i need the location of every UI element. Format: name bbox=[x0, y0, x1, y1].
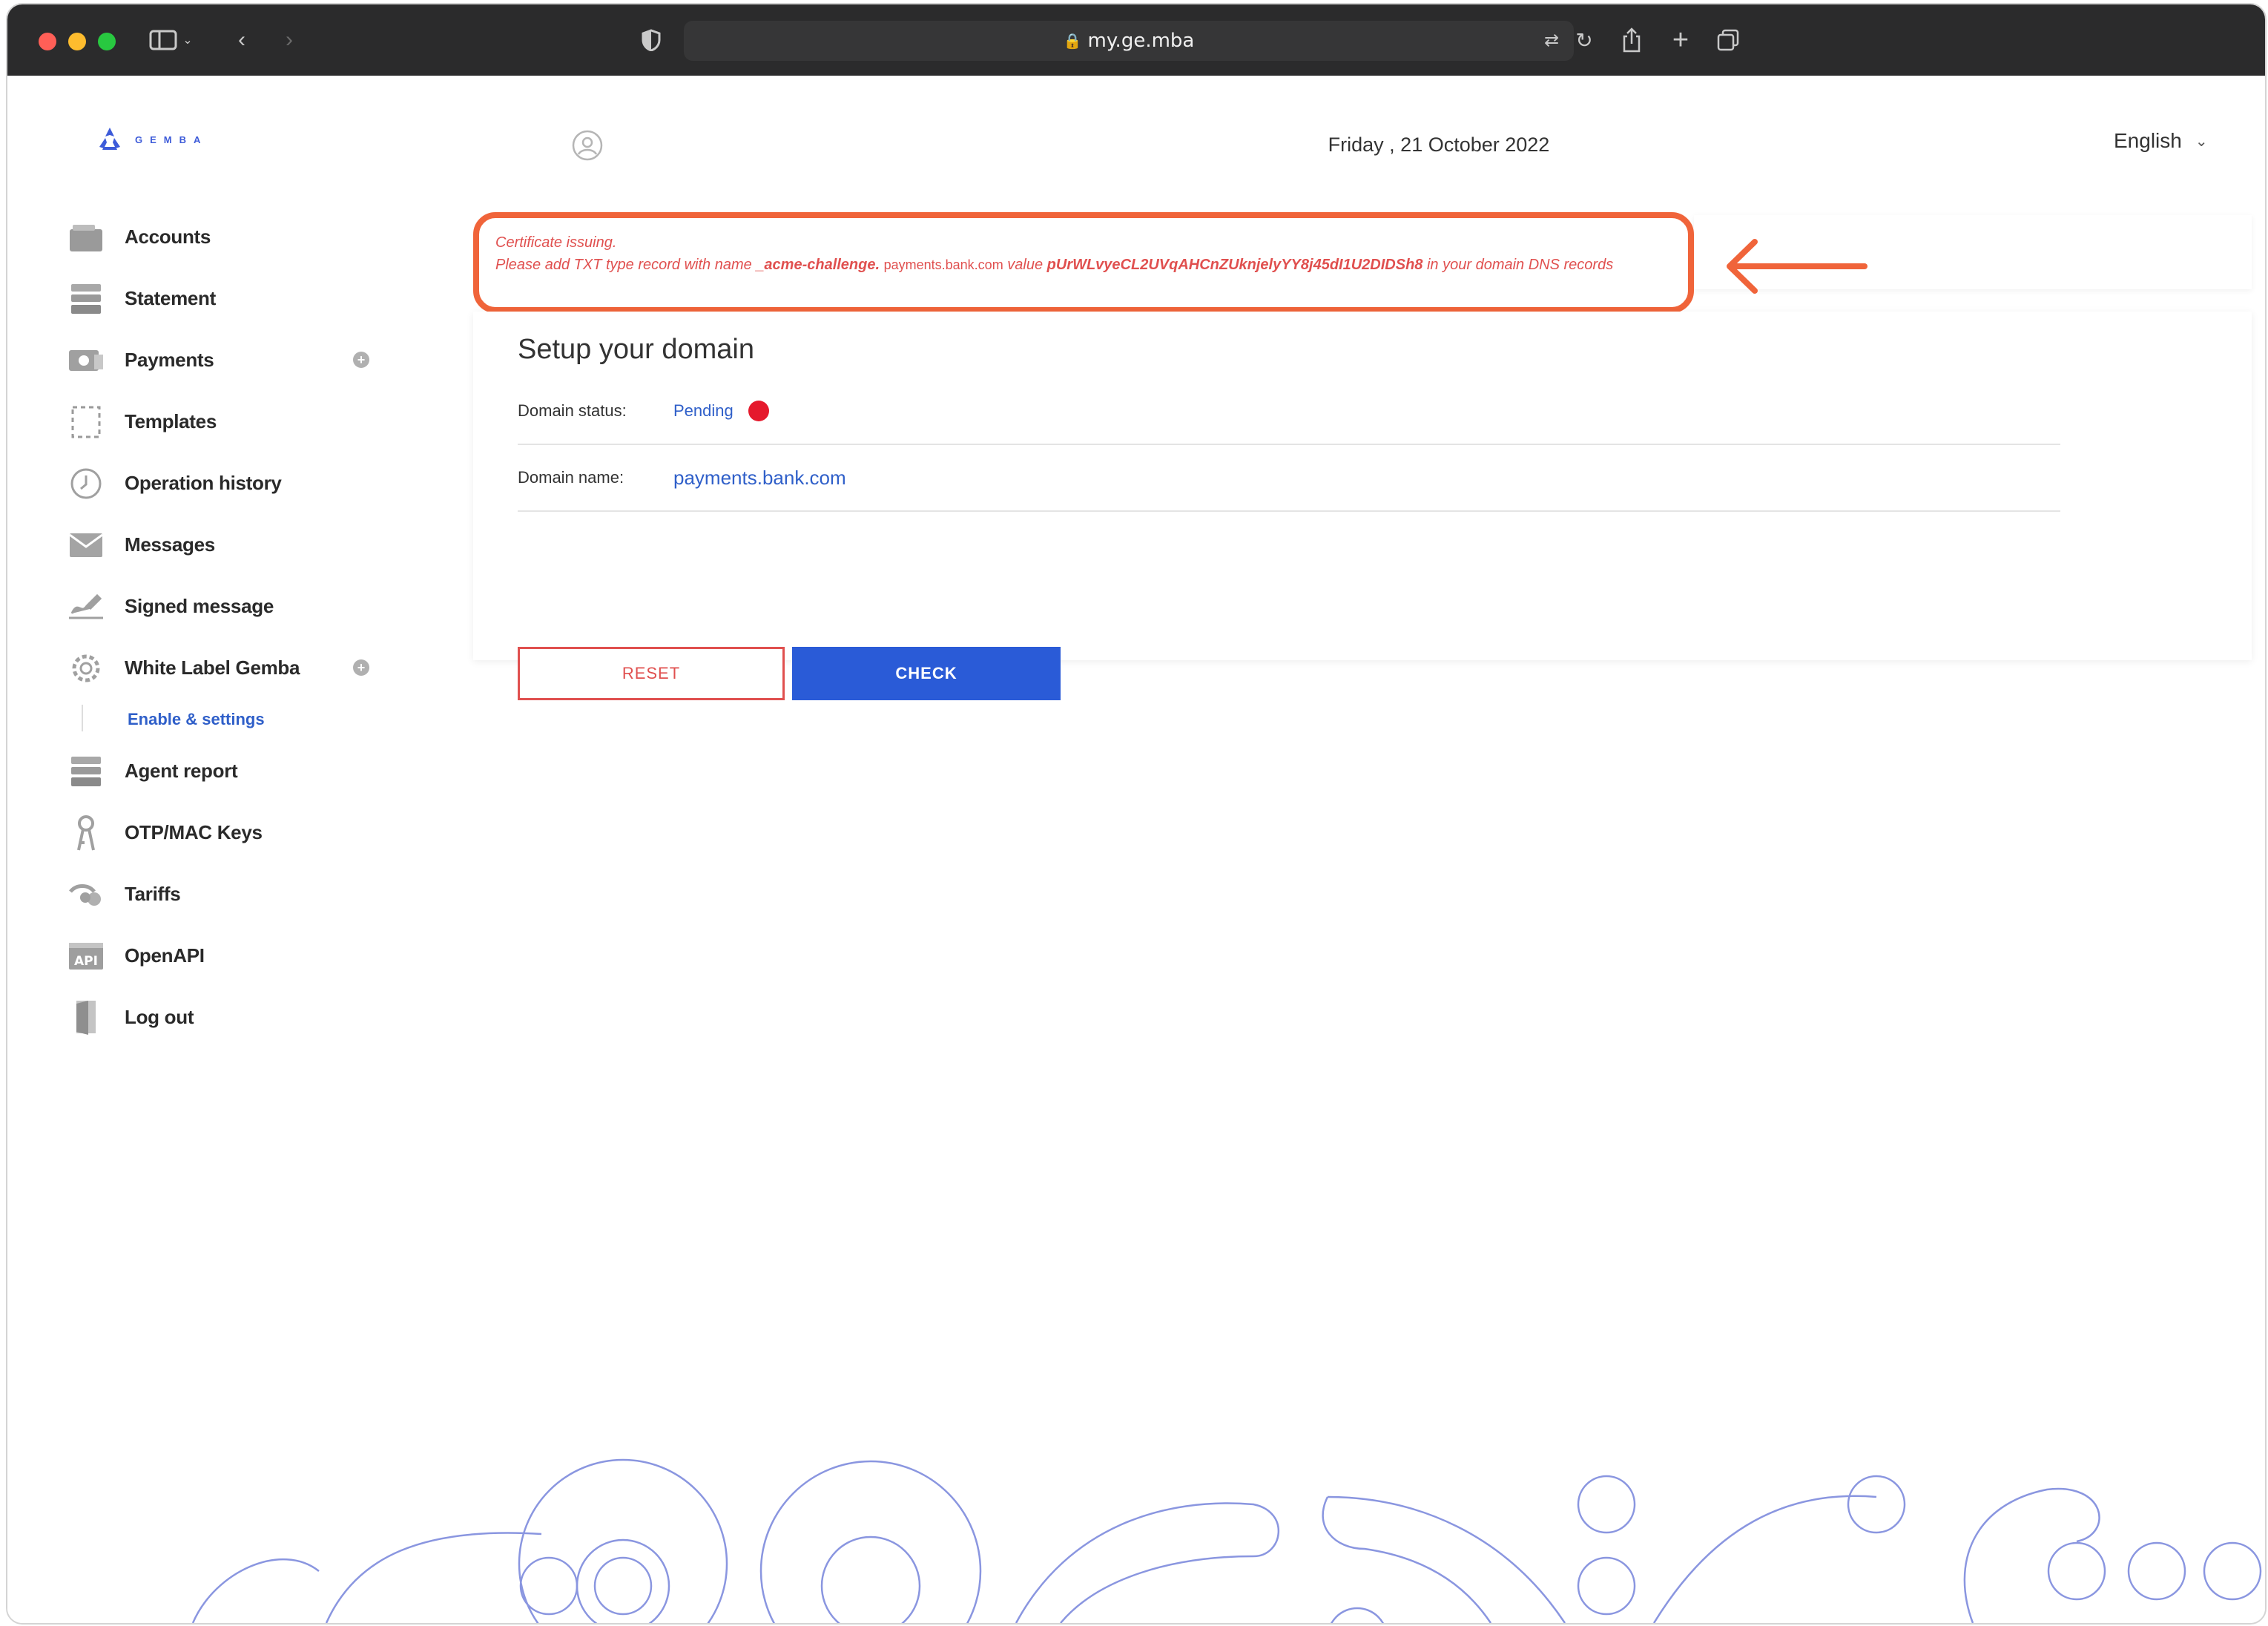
alert-title: Certificate issuing. bbox=[495, 234, 617, 251]
minimize-window-button[interactable] bbox=[68, 33, 86, 50]
sidebar-item-label: OpenAPI bbox=[125, 944, 205, 967]
history-clock-icon bbox=[67, 464, 105, 503]
sidebar-item-label: White Label Gemba bbox=[125, 656, 300, 679]
domain-status-label: Domain status: bbox=[518, 401, 627, 420]
wallet-icon bbox=[67, 218, 105, 257]
expand-plus-icon[interactable]: + bbox=[353, 352, 369, 368]
gemba-logo[interactable]: GEMBA bbox=[95, 125, 208, 154]
sidebar-item-otp-mac-keys[interactable]: OTP/MAC Keys bbox=[59, 802, 386, 863]
logo-text: GEMBA bbox=[135, 134, 208, 145]
sidebar-item-payments[interactable]: Payments + bbox=[59, 329, 386, 391]
alert-domain: payments.bank.com bbox=[883, 257, 1003, 272]
key-icon bbox=[67, 814, 105, 852]
coins-icon bbox=[67, 875, 105, 914]
sidebar-subitem-label: Enable & settings bbox=[128, 710, 265, 728]
close-window-button[interactable] bbox=[39, 33, 56, 50]
sidebar-item-agent-report[interactable]: Agent report bbox=[59, 740, 386, 802]
sidebar-item-openapi[interactable]: API OpenAPI bbox=[59, 925, 386, 987]
lock-icon: 🔒 bbox=[1063, 32, 1082, 50]
alert-value-label: value bbox=[1007, 257, 1044, 273]
current-date: Friday , 21 October 2022 bbox=[1328, 134, 1550, 156]
page-title: Setup your domain bbox=[518, 334, 754, 365]
dashed-square-icon bbox=[67, 403, 105, 441]
sidebar-item-accounts[interactable]: Accounts bbox=[59, 206, 386, 268]
sidebar-item-label: Operation history bbox=[125, 472, 282, 494]
alert-record-name: _acme-challenge. bbox=[756, 257, 880, 273]
forward-arrow-icon[interactable]: › bbox=[274, 22, 304, 58]
sidebar-item-label: Messages bbox=[125, 533, 215, 556]
new-tab-icon[interactable]: + bbox=[1666, 22, 1695, 58]
decorative-pattern bbox=[191, 1458, 2262, 1623]
alert-record-value: pUrWLvyeCL2UVqAHCnZUknjelyYY8j45dI1U2DID… bbox=[1046, 257, 1423, 273]
chevron-down-icon: ⌄ bbox=[2195, 133, 2208, 150]
sidebar-item-label: OTP/MAC Keys bbox=[125, 821, 263, 843]
alert-prefix: Please add TXT type record with name bbox=[495, 257, 752, 273]
domain-status-row: Domain status: Pending bbox=[518, 378, 2060, 445]
sidebar-item-label: Signed message bbox=[125, 595, 274, 617]
sidebar-nav: Accounts Statement Payments + Templates … bbox=[59, 206, 386, 1048]
share-icon[interactable] bbox=[1617, 22, 1646, 58]
certificate-alert: Certificate issuing. Please add TXT type… bbox=[473, 212, 1694, 313]
report-stack-icon bbox=[67, 752, 105, 791]
domain-name-row: Domain name: payments.bank.com bbox=[518, 445, 2060, 512]
tab-overview-icon[interactable] bbox=[1713, 22, 1743, 58]
reset-button[interactable]: RESET bbox=[518, 647, 785, 700]
maximize-window-button[interactable] bbox=[98, 33, 116, 50]
sidebar-item-messages[interactable]: Messages bbox=[59, 514, 386, 576]
domain-status-value: Pending bbox=[673, 401, 734, 420]
sidebar-item-statement[interactable]: Statement bbox=[59, 268, 386, 329]
highlight-arrow-icon bbox=[1727, 239, 1868, 294]
gear-icon bbox=[67, 649, 105, 688]
sidebar-item-label: Agent report bbox=[125, 760, 238, 782]
svg-text:API: API bbox=[74, 954, 98, 969]
translate-icon[interactable]: ⇄ bbox=[1535, 22, 1568, 58]
browser-toolbar: ⌄ ‹ › 🔒 my.ge.mba ⇄ ↻ + bbox=[7, 4, 2265, 76]
expand-plus-icon[interactable]: + bbox=[353, 659, 369, 676]
subitem-indicator bbox=[82, 705, 83, 731]
domain-name-label: Domain name: bbox=[518, 468, 624, 487]
browser-window: ⌄ ‹ › 🔒 my.ge.mba ⇄ ↻ + GEMBA Friday , 2… bbox=[6, 3, 2267, 1625]
language-selector[interactable]: English ⌄ bbox=[2114, 129, 2208, 153]
sidebar-item-label: Templates bbox=[125, 410, 217, 432]
door-icon bbox=[67, 998, 105, 1037]
language-label: English bbox=[2114, 129, 2182, 152]
url-text: my.ge.mba bbox=[1087, 30, 1195, 52]
address-bar[interactable]: 🔒 my.ge.mba bbox=[684, 21, 1574, 61]
gemba-logo-icon bbox=[99, 128, 120, 150]
reload-icon[interactable]: ↻ bbox=[1569, 22, 1599, 58]
user-profile-icon[interactable] bbox=[571, 129, 604, 162]
api-icon: API bbox=[67, 937, 105, 975]
sidebar-toggle-icon[interactable]: ⌄ bbox=[141, 22, 200, 58]
sidebar-item-label: Statement bbox=[125, 287, 216, 309]
status-indicator-dot bbox=[748, 401, 769, 421]
sidebar-item-tariffs[interactable]: Tariffs bbox=[59, 863, 386, 925]
sidebar-item-operation-history[interactable]: Operation history bbox=[59, 452, 386, 514]
signature-icon bbox=[67, 587, 105, 626]
sidebar-item-label: Tariffs bbox=[125, 883, 181, 905]
alert-message: Please add TXT type record with name _ac… bbox=[495, 257, 1613, 274]
sidebar-item-label: Payments bbox=[125, 349, 214, 371]
domain-name-value: payments.bank.com bbox=[673, 466, 846, 489]
back-arrow-icon[interactable]: ‹ bbox=[227, 22, 257, 58]
envelope-icon bbox=[67, 526, 105, 565]
sidebar-item-label: Accounts bbox=[125, 226, 211, 248]
alert-suffix: in your domain DNS records bbox=[1426, 257, 1614, 273]
document-stack-icon bbox=[67, 280, 105, 318]
sidebar-item-log-out[interactable]: Log out bbox=[59, 987, 386, 1048]
privacy-shield-icon[interactable] bbox=[636, 22, 666, 58]
sidebar-subitem-enable-settings[interactable]: Enable & settings bbox=[59, 699, 386, 740]
check-button[interactable]: CHECK bbox=[792, 647, 1061, 700]
sidebar-item-templates[interactable]: Templates bbox=[59, 391, 386, 452]
page-content: GEMBA Friday , 21 October 2022 English ⌄… bbox=[7, 76, 2265, 1623]
sidebar-item-white-label-gemba[interactable]: White Label Gemba + bbox=[59, 637, 386, 699]
payment-card-icon bbox=[67, 341, 105, 380]
sidebar-item-label: Log out bbox=[125, 1006, 194, 1028]
domain-setup-card: Setup your domain Domain status: Pending… bbox=[473, 312, 2252, 700]
sidebar-item-signed-message[interactable]: Signed message bbox=[59, 576, 386, 637]
